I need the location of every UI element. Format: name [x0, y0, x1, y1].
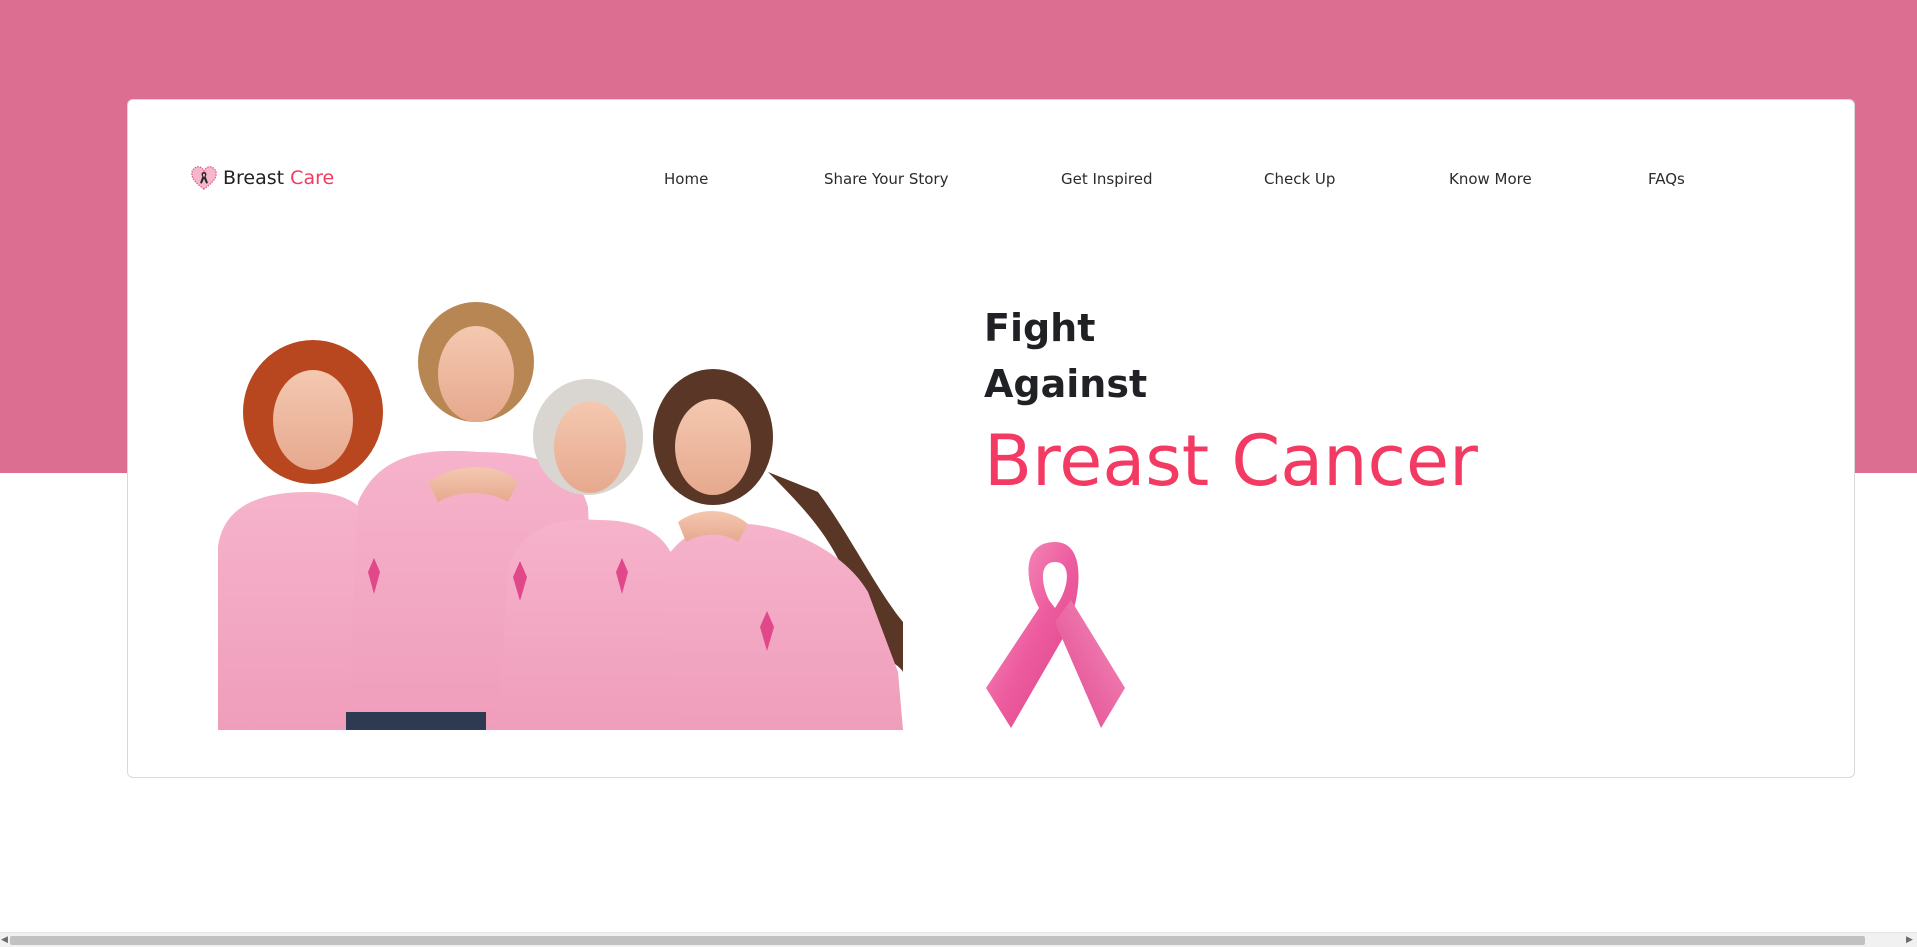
- scroll-left-icon[interactable]: ◀: [1, 935, 8, 946]
- group-of-women-in-pink-shirts-photo: [208, 292, 903, 730]
- horizontal-scrollbar[interactable]: ◀ ▶: [0, 932, 1917, 947]
- headline-line-2: Against: [984, 362, 1148, 406]
- nav-get-inspired[interactable]: Get Inspired: [1061, 166, 1153, 192]
- nav-check-up[interactable]: Check Up: [1264, 166, 1335, 192]
- nav-faqs[interactable]: FAQs: [1648, 166, 1685, 192]
- main-nav: Home Share Your Story Get Inspired Check…: [128, 166, 1856, 192]
- scrollbar-thumb[interactable]: [10, 936, 1865, 945]
- hero-headline: Fight Against Breast Cancer: [984, 300, 1478, 506]
- scroll-right-icon[interactable]: ▶: [1906, 935, 1913, 946]
- nav-share-your-story[interactable]: Share Your Story: [824, 166, 948, 192]
- nav-know-more[interactable]: Know More: [1449, 166, 1532, 192]
- nav-home[interactable]: Home: [664, 166, 708, 192]
- pink-awareness-ribbon-icon: [986, 542, 1125, 728]
- headline-line-1: Fight: [984, 306, 1096, 350]
- hero-card: Breast Care Home Share Your Story Get In…: [127, 99, 1855, 778]
- headline-line-3: Breast Cancer: [984, 420, 1478, 502]
